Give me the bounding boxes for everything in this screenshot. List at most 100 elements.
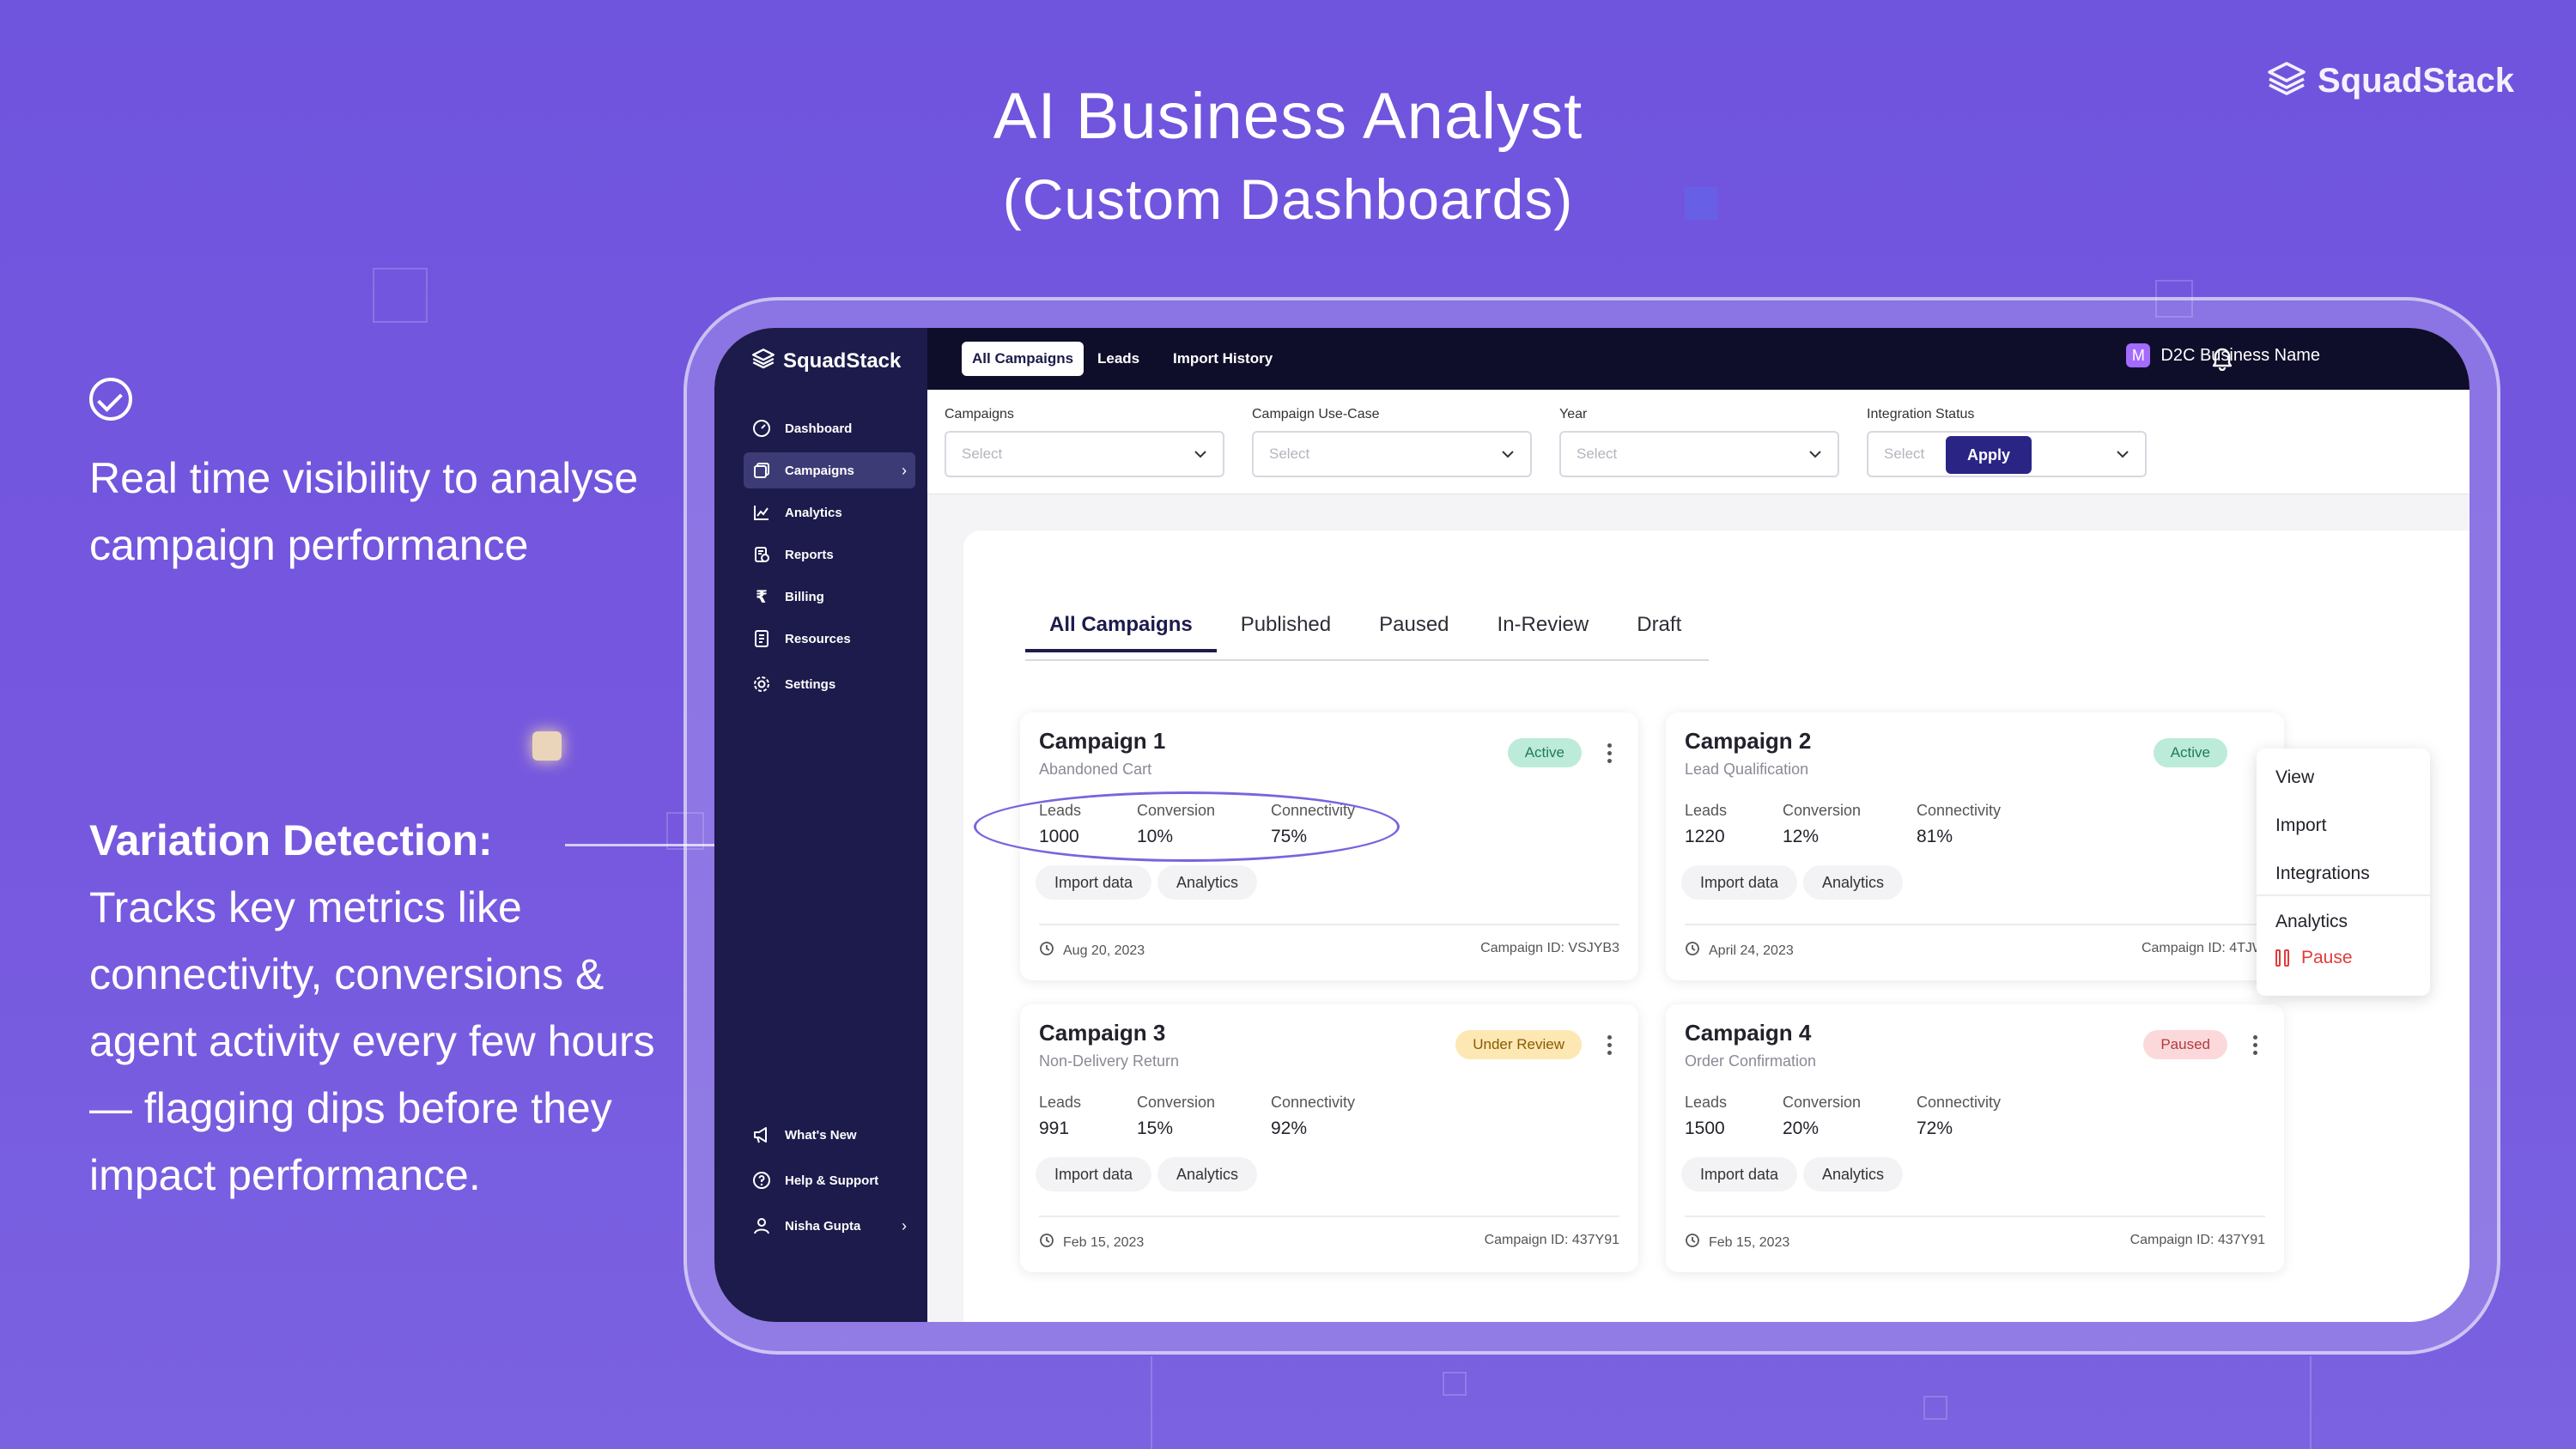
campaign-date: Feb 15, 2023 xyxy=(1685,1233,1789,1252)
divider xyxy=(1039,924,1619,925)
import-data-chip[interactable]: Import data xyxy=(1681,865,1798,900)
import-data-chip[interactable]: Import data xyxy=(1036,1157,1152,1191)
tab-published[interactable]: Published xyxy=(1217,613,1355,652)
sidebar-item-campaigns[interactable]: Campaigns › xyxy=(744,452,915,488)
tab-paused[interactable]: Paused xyxy=(1355,613,1473,652)
menu-item-import[interactable]: Import xyxy=(2275,815,2327,836)
metric-connectivity: Connectivity 92% xyxy=(1271,1094,1355,1139)
sidebar-item-help[interactable]: Help & Support xyxy=(744,1162,915,1198)
app-logo-text: SquadStack xyxy=(783,349,902,373)
campaign-card[interactable]: Campaign 2 Lead Qualification Active Lea… xyxy=(1666,712,2284,980)
menu-item-label: Pause xyxy=(2301,948,2353,967)
campaign-tabs: All Campaigns Published Paused In-Review… xyxy=(1025,613,1705,652)
more-options-icon[interactable] xyxy=(1607,1035,1613,1058)
metric-value: 20% xyxy=(1783,1119,1820,1138)
hero-title: AI Business Analyst xyxy=(993,80,1583,153)
metric-connectivity: Connectivity 72% xyxy=(1917,1094,2001,1139)
metric-leads: Leads 1220 xyxy=(1685,802,1727,847)
select-placeholder: Select xyxy=(1884,446,1925,462)
menu-item-pause[interactable]: Pause xyxy=(2275,948,2353,968)
sidebar-item-label: Analytics xyxy=(785,505,842,520)
status-badge: Active xyxy=(1507,738,1582,767)
filter-year: Year Select xyxy=(1559,407,1839,477)
stack-logo-icon xyxy=(2268,62,2306,100)
metric-value: 1500 xyxy=(1685,1119,1725,1138)
menu-item-view[interactable]: View xyxy=(2275,767,2314,788)
app-logo[interactable]: SquadStack xyxy=(752,349,901,373)
campaign-title: Campaign 3 xyxy=(1039,1020,1166,1046)
chevron-right-icon: › xyxy=(902,1217,907,1234)
filter-label: Year xyxy=(1559,407,1588,421)
analytics-chip[interactable]: Analytics xyxy=(1157,1157,1258,1191)
help-icon xyxy=(752,1171,771,1190)
campaign-id: Campaign ID: VSJYB3 xyxy=(1480,941,1619,955)
campaign-card[interactable]: Campaign 4 Order Confirmation Paused Lea… xyxy=(1666,1004,2284,1272)
analytics-chip[interactable]: Analytics xyxy=(1803,1157,1904,1191)
filter-bar: Campaigns Select Campaign Use-Case Selec… xyxy=(927,390,2470,494)
campaign-card[interactable]: Campaign 3 Non-Delivery Return Under Rev… xyxy=(1020,1004,1638,1272)
year-select[interactable]: Select xyxy=(1559,431,1839,477)
sidebar-item-label: Campaigns xyxy=(785,463,854,478)
menu-item-analytics[interactable]: Analytics xyxy=(2275,912,2348,932)
sidebar-item-label: Dashboard xyxy=(785,421,853,436)
tab-draft[interactable]: Draft xyxy=(1613,613,1705,652)
sidebar-item-dashboard[interactable]: Dashboard xyxy=(744,410,915,446)
tab-in-review[interactable]: In-Review xyxy=(1473,613,1613,652)
bell-icon[interactable] xyxy=(2210,345,2234,375)
metric-value: 72% xyxy=(1917,1119,1953,1138)
filter-label: Campaign Use-Case xyxy=(1252,407,1380,421)
use-case-select[interactable]: Select xyxy=(1252,431,1532,477)
date-text: Aug 20, 2023 xyxy=(1063,943,1145,958)
sidebar-item-billing[interactable]: ₹ Billing xyxy=(744,579,915,615)
apply-button[interactable]: Apply xyxy=(1946,436,2032,474)
feature-point-2: Variation Detection: Tracks key metrics … xyxy=(89,807,673,1209)
campaign-actions-menu: View Import Integrations Analytics Pause xyxy=(2257,749,2430,996)
analytics-chip[interactable]: Analytics xyxy=(1157,865,1258,900)
tab-import-history[interactable]: Import History xyxy=(1163,342,1283,376)
chevron-down-icon xyxy=(1501,446,1515,463)
reports-icon xyxy=(752,545,771,564)
sidebar-item-label: Nisha Gupta xyxy=(785,1218,861,1234)
tabs-divider xyxy=(1025,659,1709,661)
sidebar-item-resources[interactable]: Resources xyxy=(744,621,915,657)
sidebar-item-whats-new[interactable]: What's New xyxy=(744,1117,915,1153)
filter-use-case: Campaign Use-Case Select xyxy=(1252,407,1532,477)
campaigns-select[interactable]: Select xyxy=(945,431,1224,477)
campaign-title: Campaign 2 xyxy=(1685,728,1812,754)
more-options-icon[interactable] xyxy=(2253,1035,2258,1058)
metric-label: Leads xyxy=(1685,1094,1728,1111)
rupee-icon: ₹ xyxy=(756,587,768,607)
campaign-date: Aug 20, 2023 xyxy=(1039,941,1145,961)
metric-value: 81% xyxy=(1917,827,1953,846)
import-data-chip[interactable]: Import data xyxy=(1036,865,1152,900)
sidebar-item-settings[interactable]: Settings xyxy=(744,666,915,702)
import-data-chip[interactable]: Import data xyxy=(1681,1157,1798,1191)
select-placeholder: Select xyxy=(962,446,1003,462)
sidebar-item-analytics[interactable]: Analytics xyxy=(744,494,915,530)
divider xyxy=(2257,894,2430,896)
megaphone-icon xyxy=(752,1125,771,1144)
tab-all-campaigns[interactable]: All Campaigns xyxy=(1025,613,1217,652)
sidebar-item-label: Reports xyxy=(785,547,834,562)
more-options-icon[interactable] xyxy=(1607,743,1613,767)
decor-glow xyxy=(532,731,562,761)
chevron-right-icon: › xyxy=(902,462,907,479)
date-text: Feb 15, 2023 xyxy=(1063,1234,1145,1250)
tab-leads[interactable]: Leads xyxy=(1087,342,1150,376)
metric-label: Connectivity xyxy=(1271,1094,1356,1111)
chevron-down-icon xyxy=(2116,446,2129,463)
resources-icon xyxy=(752,629,771,648)
campaign-use-case: Order Confirmation xyxy=(1685,1052,1817,1070)
sidebar-item-reports[interactable]: Reports xyxy=(744,537,915,573)
analytics-chip[interactable]: Analytics xyxy=(1803,865,1904,900)
feature-point-2-title: Variation Detection: xyxy=(89,816,493,864)
metric-label: Conversion xyxy=(1783,1094,1862,1111)
date-text: Feb 15, 2023 xyxy=(1709,1234,1790,1250)
sidebar-item-user[interactable]: Nisha Gupta › xyxy=(744,1208,915,1244)
app-screen: SquadStack Dashboard Campaigns › Analyti… xyxy=(714,328,2470,1322)
clock-icon xyxy=(1039,1233,1054,1252)
hero-subtitle: (Custom Dashboards) xyxy=(1002,167,1574,231)
tab-all-campaigns[interactable]: All Campaigns xyxy=(962,342,1084,376)
menu-item-integrations[interactable]: Integrations xyxy=(2275,864,2370,884)
campaign-title: Campaign 4 xyxy=(1685,1020,1812,1046)
